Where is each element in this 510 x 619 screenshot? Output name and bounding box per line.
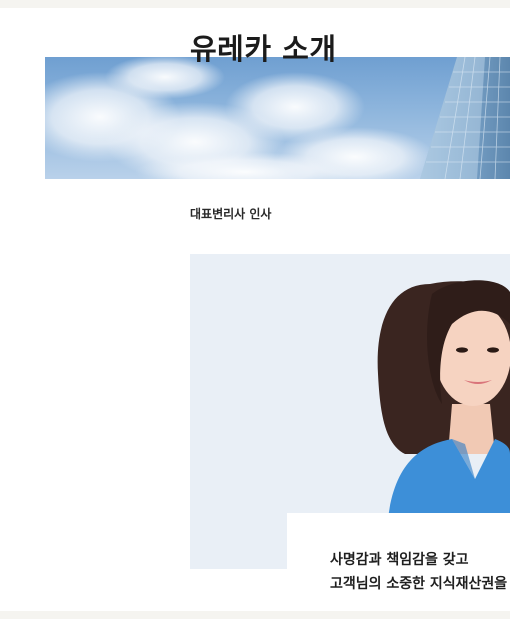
section-label: 대표변리사 인사 [190, 207, 272, 221]
page-content: 유레카 소개 대표변리사 인사 [0, 8, 510, 611]
page-title: 유레카 소개 [190, 32, 337, 66]
hero-banner-image [45, 57, 510, 179]
quote-line-1: 사명감과 책임감을 갖고 [330, 552, 469, 568]
quote-line-2: 고객님의 소중한 지식재산권을 [330, 576, 508, 592]
